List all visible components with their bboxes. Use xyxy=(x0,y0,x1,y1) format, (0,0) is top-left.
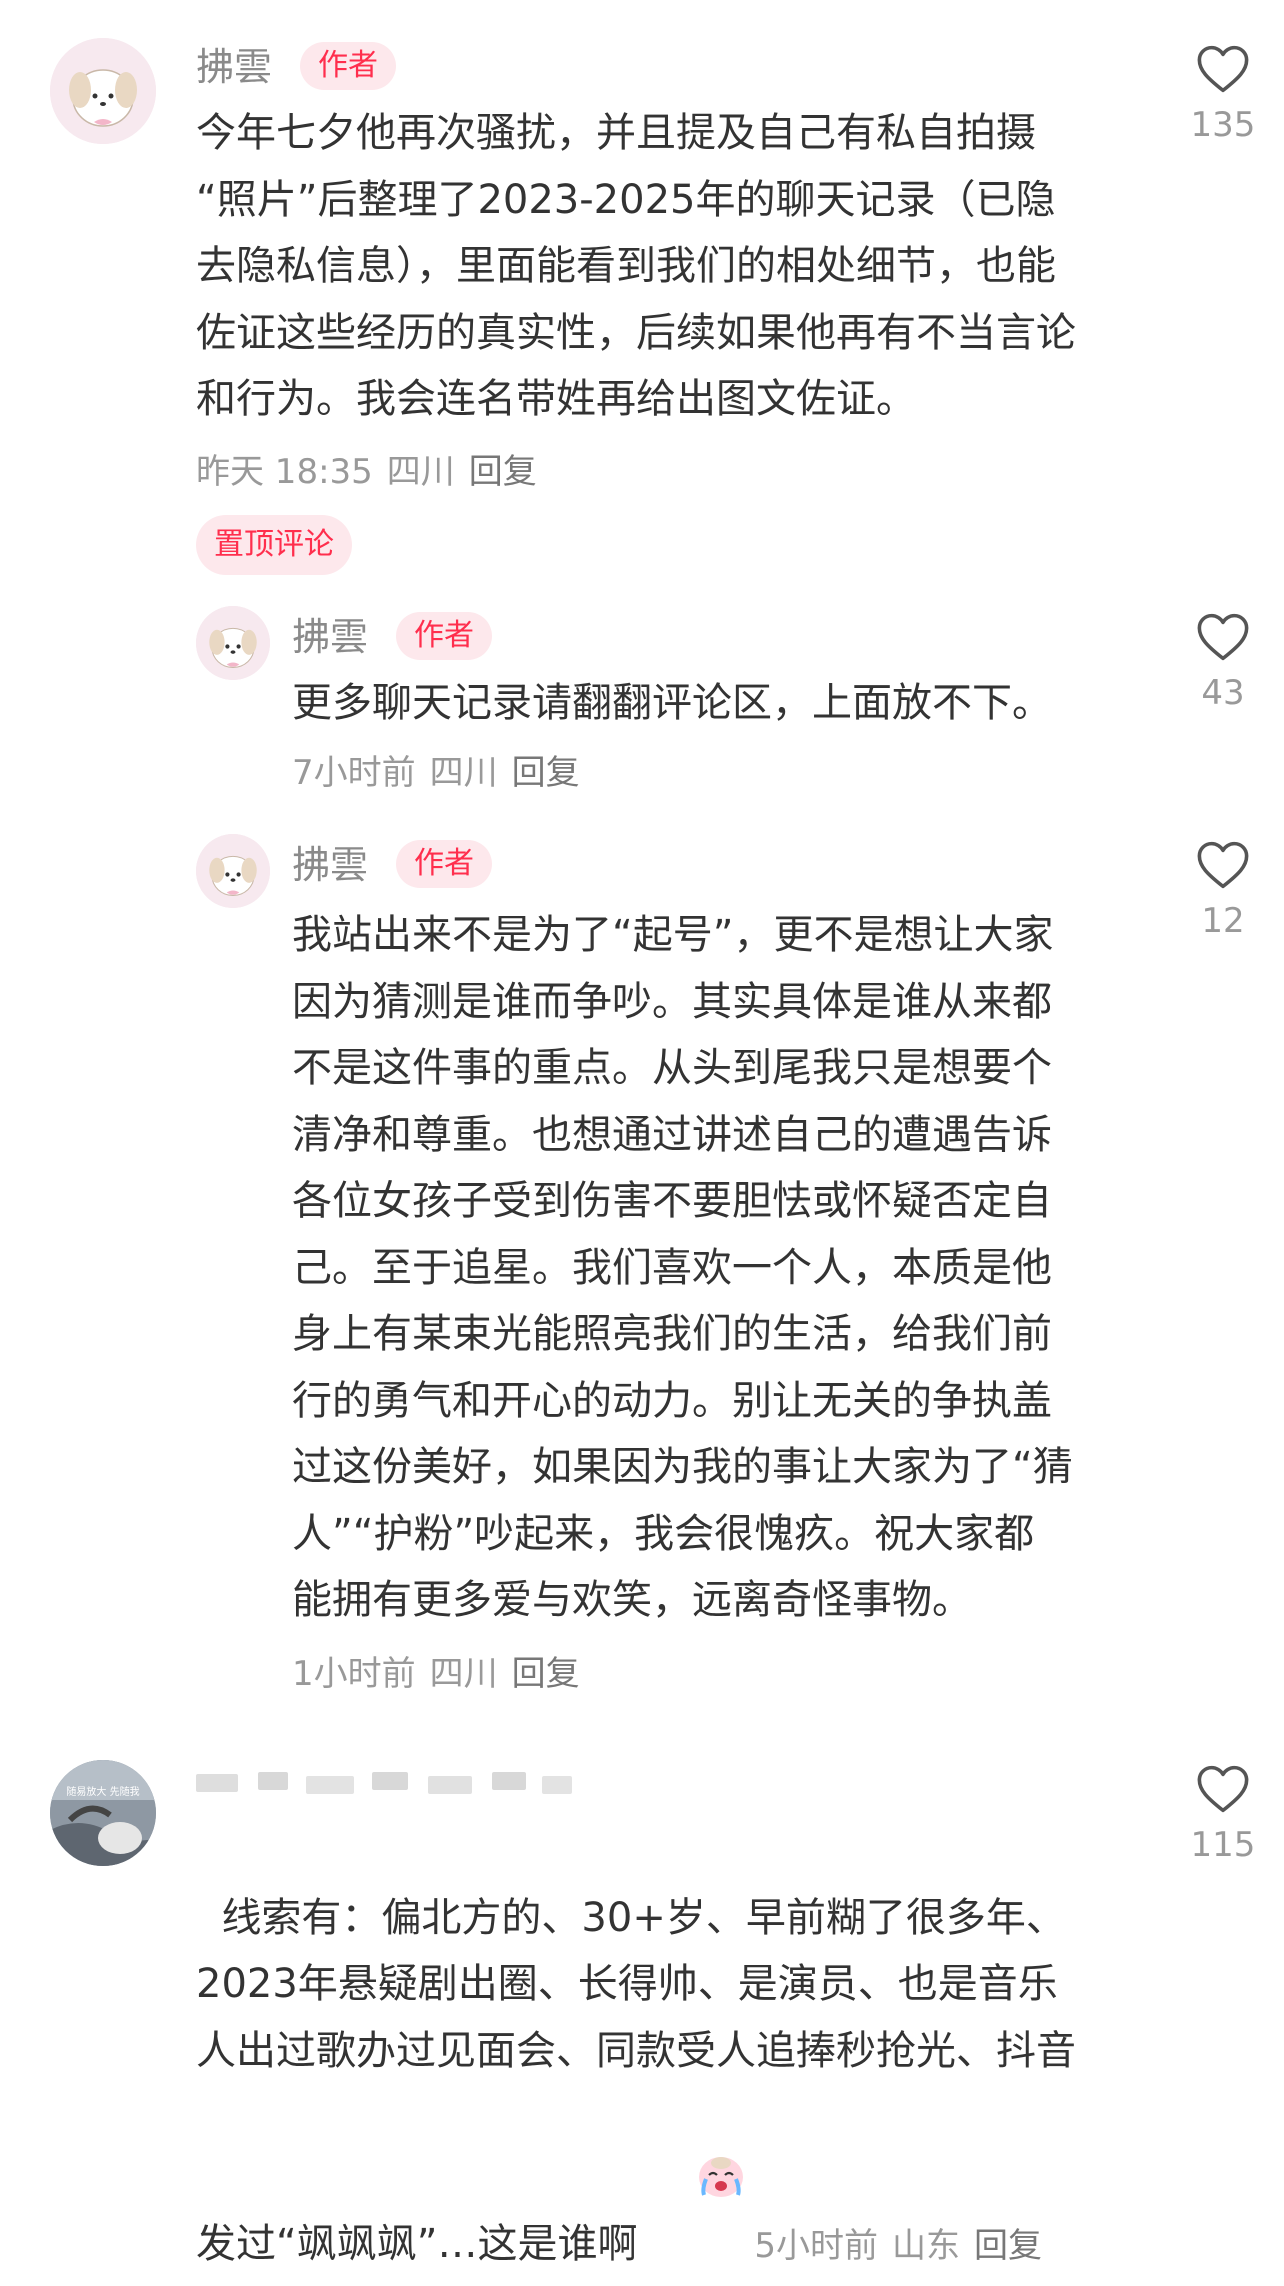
author-avatar[interactable] xyxy=(50,38,156,144)
comment-meta: 5小时前 山东 回复 xyxy=(754,2226,1042,2266)
puppy-avatar-icon xyxy=(196,606,270,680)
puppy-avatar-icon xyxy=(50,38,156,144)
photo-avatar-icon xyxy=(50,1760,156,1866)
like-button[interactable]: 115 xyxy=(1178,1764,1268,1862)
reply-meta: 7小时前 四川 回复 xyxy=(292,756,580,790)
like-count: 135 xyxy=(1190,105,1256,145)
like-count: 12 xyxy=(1201,901,1245,941)
comment-text-body: 线索有：偏北方的、30+岁、早前糊了很多年、 2023年悬疑剧出圈、长得帅、是演… xyxy=(196,1894,1076,2268)
reply-button[interactable]: 回复 xyxy=(512,1654,580,1694)
like-button[interactable]: 43 xyxy=(1178,612,1268,710)
reply-location: 四川 xyxy=(429,1654,498,1694)
author-badge: 作者 xyxy=(396,840,492,888)
reply-text: 我站出来不是为了“起号”，更不是想让大家 因为猜测是谁而争吵。其实具体是谁从来都… xyxy=(292,912,1073,1623)
reply-button[interactable]: 回复 xyxy=(512,753,580,793)
commenter-avatar[interactable]: 随易放大 先随我 xyxy=(50,1760,156,1866)
like-button[interactable]: 135 xyxy=(1178,44,1268,142)
comment-time: 昨天 18:35 xyxy=(196,452,373,492)
reply-meta: 1小时前 四川 回复 xyxy=(292,1657,580,1691)
reply-avatar[interactable] xyxy=(196,834,270,908)
reply-time: 7小时前 xyxy=(292,753,416,793)
comment-location: 山东 xyxy=(891,2226,960,2266)
reply-text: 更多聊天记录请翻翻评论区，上面放不下。 xyxy=(292,680,1052,726)
reply-author-name[interactable]: 拂雲 xyxy=(292,846,368,884)
avatar-caption: 随易放大 先随我 xyxy=(66,1787,140,1798)
heart-outline-icon xyxy=(1197,841,1249,889)
author-badge: 作者 xyxy=(300,42,396,90)
author-badge: 作者 xyxy=(396,612,492,660)
heart-outline-icon xyxy=(1197,45,1249,93)
like-button[interactable]: 12 xyxy=(1178,840,1268,938)
reply-button[interactable]: 回复 xyxy=(974,2226,1042,2266)
reply-location: 四川 xyxy=(429,753,498,793)
comment-meta: 昨天 18:35 四川 回复 xyxy=(196,455,537,489)
reply-time: 1小时前 xyxy=(292,1654,416,1694)
heart-outline-icon xyxy=(1197,613,1249,661)
heart-outline-icon xyxy=(1197,1765,1249,1813)
reply-avatar[interactable] xyxy=(196,606,270,680)
comment-text: 线索有：偏北方的、30+岁、早前糊了很多年、 2023年悬疑剧出圈、长得帅、是演… xyxy=(196,1818,1136,2286)
author-name[interactable]: 拂雲 xyxy=(196,48,272,86)
redacted-username xyxy=(196,1768,576,1794)
reply-author-name[interactable]: 拂雲 xyxy=(292,618,368,656)
reply-button[interactable]: 回复 xyxy=(469,452,537,492)
like-count: 43 xyxy=(1201,673,1245,713)
like-count: 115 xyxy=(1190,1825,1256,1865)
pinned-comment-badge: 置顶评论 xyxy=(196,515,352,575)
crying-face-emoji-icon xyxy=(643,2084,748,2286)
comment-location: 四川 xyxy=(386,452,455,492)
puppy-avatar-icon xyxy=(196,834,270,908)
comment-text: 今年七夕他再次骚扰，并且提及自己有私自拍摄 “照片”后整理了2023-2025年… xyxy=(196,110,1076,422)
comment-time: 5小时前 xyxy=(754,2226,878,2266)
